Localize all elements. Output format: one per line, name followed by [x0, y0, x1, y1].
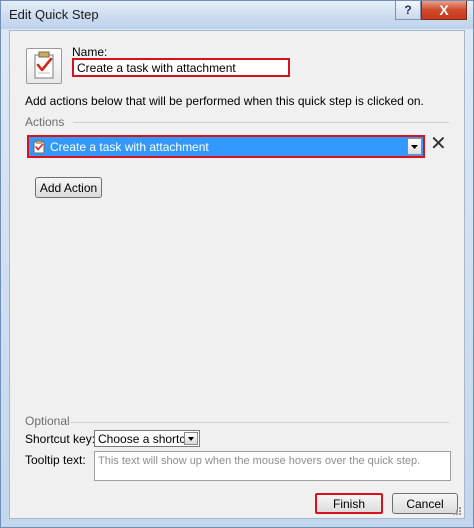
tooltip-text-label: Tooltip text: [25, 453, 86, 467]
title-bar[interactable]: Edit Quick Step ? X [1, 1, 473, 29]
shortcut-key-dropdown[interactable]: Choose a shortcut [94, 430, 200, 447]
optional-section-label: Optional [25, 414, 70, 428]
help-button[interactable]: ? [395, 1, 421, 20]
task-icon [33, 140, 45, 154]
description-text: Add actions below that will be performed… [25, 94, 424, 108]
finish-button[interactable]: Finish [315, 493, 383, 514]
actions-section-label: Actions [25, 115, 65, 129]
edit-quick-step-dialog: Edit Quick Step ? X Name: Add actions be… [0, 0, 474, 528]
name-input[interactable] [72, 58, 290, 77]
chevron-down-icon [411, 145, 418, 149]
shortcut-key-label: Shortcut key: [25, 432, 96, 446]
chevron-down-icon [188, 437, 194, 441]
remove-action-button[interactable]: ✕ [430, 134, 447, 154]
window-title: Edit Quick Step [9, 7, 99, 22]
close-button[interactable]: X [421, 1, 467, 20]
shortcut-dropdown-arrow-button[interactable] [184, 432, 198, 445]
dialog-body: Name: Add actions below that will be per… [9, 30, 465, 519]
quick-step-icon-button[interactable] [26, 48, 62, 84]
action-dropdown[interactable]: Create a task with attachment [27, 135, 425, 158]
shortcut-key-value: Choose a shortcut [98, 432, 196, 446]
resize-grip-icon[interactable] [452, 506, 462, 516]
action-dropdown-arrow-button[interactable] [407, 138, 422, 155]
cancel-button[interactable]: Cancel [392, 493, 458, 514]
task-checklist-icon [34, 51, 54, 79]
add-action-button[interactable]: Add Action [35, 177, 102, 198]
optional-divider [67, 422, 449, 423]
action-dropdown-value: Create a task with attachment [50, 140, 209, 154]
name-label: Name: [72, 45, 108, 59]
actions-divider [73, 122, 449, 123]
tooltip-text-input[interactable] [94, 451, 451, 481]
